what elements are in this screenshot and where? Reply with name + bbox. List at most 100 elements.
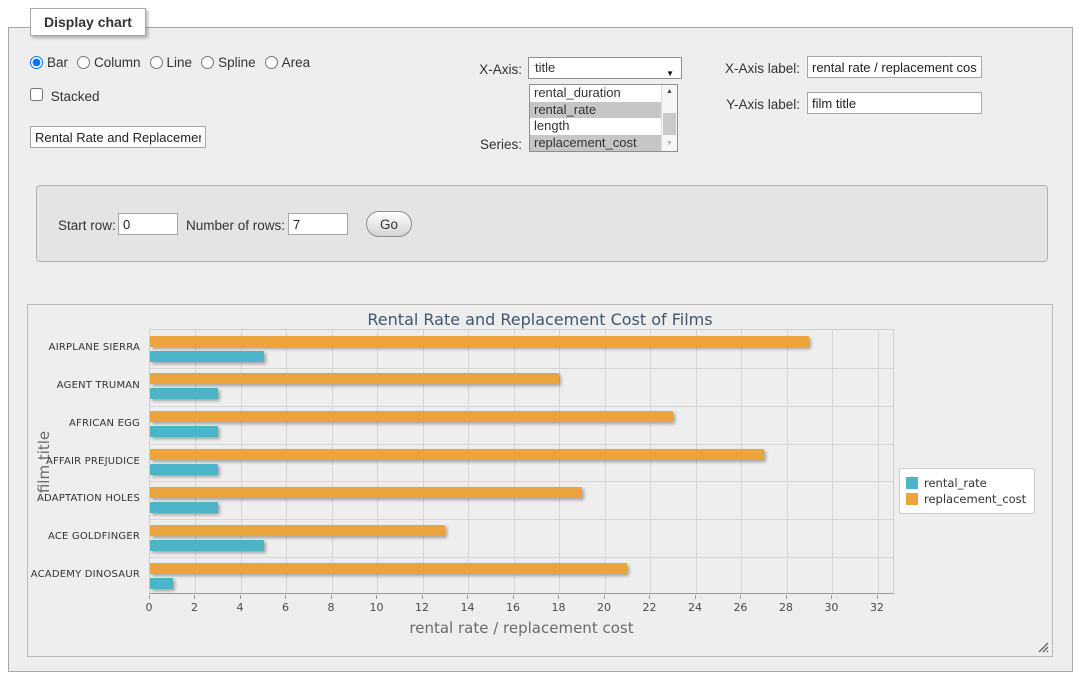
axis-tick	[376, 595, 377, 599]
gridline	[150, 481, 893, 482]
category-label: AIRPLANE SIERRA	[28, 329, 140, 367]
gridline	[605, 330, 606, 593]
listbox-option[interactable]: rental_rate	[530, 102, 661, 119]
stacked-label: Stacked	[51, 89, 100, 104]
x-tick-label: 10	[359, 601, 393, 614]
axis-tick	[422, 595, 423, 599]
start-row-label: Start row:	[58, 218, 116, 233]
category-label: ACADEMY DINOSAUR	[28, 556, 140, 594]
listbox-option[interactable]: rental_duration	[530, 85, 661, 102]
bar-rental_rate	[150, 351, 264, 362]
go-button[interactable]: Go	[366, 211, 412, 237]
x-tick-label: 2	[177, 601, 211, 614]
chart-title-input[interactable]	[30, 126, 206, 148]
gridline	[468, 330, 469, 593]
number-of-rows-label: Number of rows:	[186, 218, 285, 233]
bar-rental_rate	[150, 540, 264, 551]
chart-type-label: Spline	[218, 55, 256, 70]
legend-item[interactable]: replacement_cost	[906, 492, 1026, 506]
scroll-down-icon[interactable]: ▼	[662, 137, 677, 151]
chart-type-label: Column	[94, 55, 141, 70]
chart-panel: Rental Rate and Replacement Cost of Film…	[27, 304, 1053, 657]
bar-replacement_cost	[150, 373, 559, 384]
axis-tick	[604, 595, 605, 599]
axis-tick	[331, 595, 332, 599]
plot-area	[149, 329, 894, 594]
bar-replacement_cost	[150, 411, 673, 422]
scrollbar-thumb[interactable]	[663, 113, 676, 135]
listbox-option[interactable]: length	[530, 118, 661, 135]
chart-type-radio-line[interactable]	[150, 56, 163, 69]
series-listbox[interactable]: rental_durationrental_ratelengthreplacem…	[529, 84, 678, 152]
chart-type-option-spline[interactable]: Spline	[201, 55, 256, 70]
category-label: AFFAIR PREJUDICE	[28, 443, 140, 481]
x-tick-label: 30	[814, 601, 848, 614]
y-axis-label-input[interactable]	[807, 92, 982, 114]
x-axis-select[interactable]: title ▼	[528, 57, 682, 79]
gridline	[650, 330, 651, 593]
bar-rental_rate	[150, 388, 218, 399]
start-row-input[interactable]	[118, 213, 178, 235]
legend-label: rental_rate	[924, 476, 987, 490]
gridline	[150, 519, 893, 520]
gridline	[423, 330, 424, 593]
x-tick-label: 18	[541, 601, 575, 614]
chart-type-label: Bar	[47, 55, 68, 70]
chart-type-radio-spline[interactable]	[201, 56, 214, 69]
legend-item[interactable]: rental_rate	[906, 476, 1026, 490]
legend-swatch	[906, 493, 918, 505]
axis-tick	[740, 595, 741, 599]
chevron-down-icon: ▼	[666, 64, 674, 84]
chart-type-radio-bar[interactable]	[30, 56, 43, 69]
legend-label: replacement_cost	[924, 492, 1026, 506]
bar-rental_rate	[150, 426, 218, 437]
gridline	[514, 330, 515, 593]
chart-type-radio-group: Bar Column Line Spline Area	[30, 55, 319, 70]
bar-replacement_cost	[150, 449, 764, 460]
chart-type-radio-area[interactable]	[265, 56, 278, 69]
axis-tick	[513, 595, 514, 599]
series-label: Series:	[430, 137, 522, 152]
chart-type-label: Area	[282, 55, 311, 70]
x-axis-label-label: X-Axis label:	[700, 61, 800, 76]
x-tick-label: 32	[860, 601, 894, 614]
gridline	[150, 444, 893, 445]
listbox-scrollbar[interactable]: ▲ ▼	[661, 85, 677, 151]
axis-tick	[786, 595, 787, 599]
x-tick-label: 12	[405, 601, 439, 614]
bar-rental_rate	[150, 502, 218, 513]
gridline	[150, 557, 893, 558]
chart-type-radio-column[interactable]	[77, 56, 90, 69]
x-tick-label: 6	[268, 601, 302, 614]
chart-type-option-line[interactable]: Line	[150, 55, 193, 70]
resize-grip-icon[interactable]	[1038, 642, 1049, 653]
gridline	[332, 330, 333, 593]
stacked-row: Stacked	[30, 88, 100, 104]
axis-tick	[695, 595, 696, 599]
x-axis-label-input[interactable]	[807, 56, 982, 78]
x-axis-select-label: X-Axis:	[430, 62, 522, 77]
gridline	[377, 330, 378, 593]
scroll-up-icon[interactable]: ▲	[662, 85, 677, 99]
x-axis-title: rental rate / replacement cost	[149, 619, 894, 637]
x-tick-label: 4	[223, 601, 257, 614]
bar-rental_rate	[150, 578, 173, 589]
stacked-checkbox[interactable]	[30, 88, 43, 101]
gridline	[787, 330, 788, 593]
gridline	[195, 330, 196, 593]
chart-type-option-area[interactable]: Area	[265, 55, 311, 70]
bar-rental_rate	[150, 464, 218, 475]
category-label: ADAPTATION HOLES	[28, 480, 140, 518]
listbox-option[interactable]: replacement_cost	[530, 135, 661, 152]
x-axis-select-value: title	[535, 60, 555, 75]
axis-tick	[558, 595, 559, 599]
gridline	[286, 330, 287, 593]
chart-type-option-column[interactable]: Column	[77, 55, 141, 70]
stacked-option[interactable]: Stacked	[30, 88, 100, 104]
axis-tick	[240, 595, 241, 599]
bar-replacement_cost	[150, 336, 809, 347]
gridline	[696, 330, 697, 593]
chart-type-option-bar[interactable]: Bar	[30, 55, 68, 70]
bar-replacement_cost	[150, 563, 627, 574]
number-of-rows-input[interactable]	[288, 213, 348, 235]
